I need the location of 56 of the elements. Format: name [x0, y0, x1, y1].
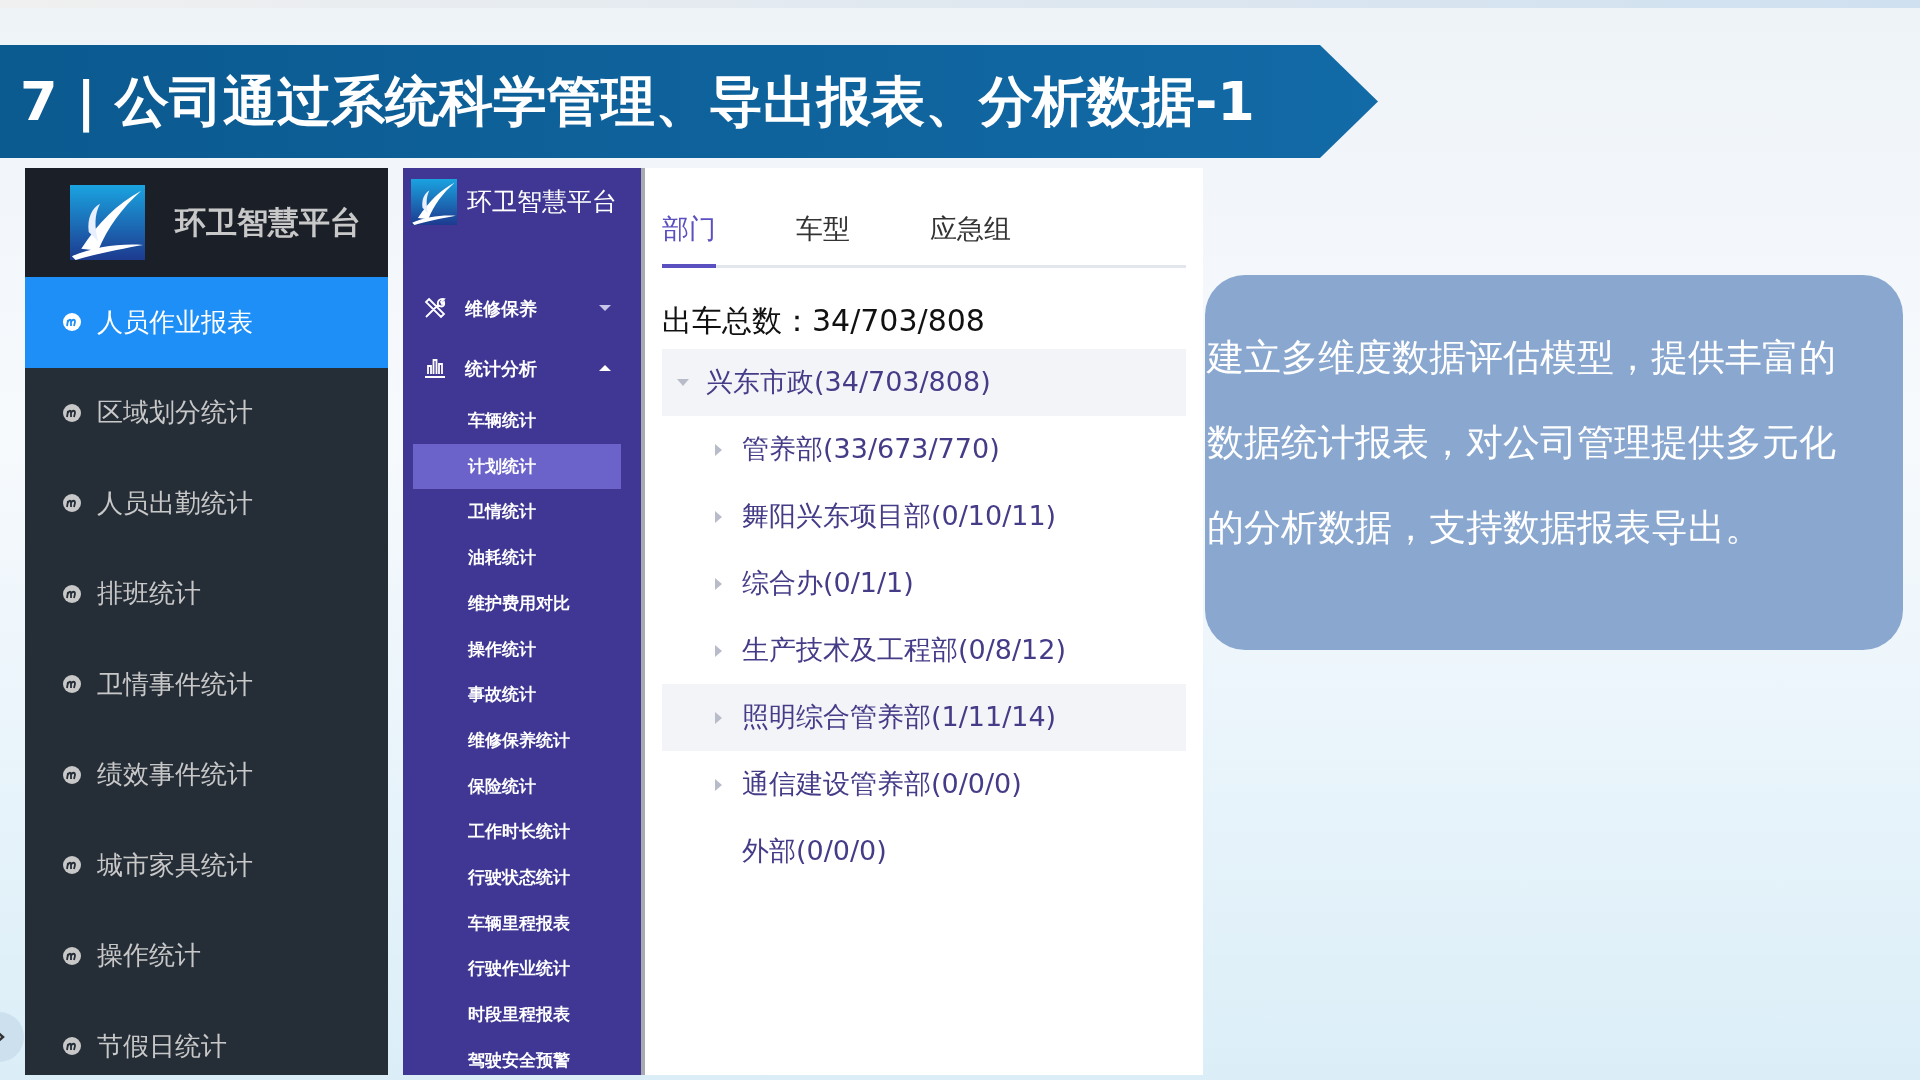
badge-icon — [61, 492, 83, 515]
badge-icon — [61, 944, 83, 967]
sidebar-item[interactable]: 卫情事件统计 — [25, 639, 388, 730]
tab[interactable]: 车型 — [796, 208, 850, 268]
bar-chart-icon — [423, 356, 447, 380]
tab[interactable]: 部门 — [662, 208, 716, 268]
tree-node[interactable]: 兴东市政(34/703/808) — [662, 349, 1186, 416]
menu-item[interactable]: 驾驶安全预警 — [413, 1037, 621, 1075]
badge-icon — [61, 1035, 83, 1058]
logo-text: 环卫智慧平台 — [175, 203, 361, 243]
logo-icon — [70, 185, 145, 260]
sidebar-item[interactable]: 城市家具统计 — [25, 820, 388, 911]
sidebar-item[interactable]: 区域划分统计 — [25, 367, 388, 458]
logo-icon — [411, 179, 457, 225]
logo-text: 环卫智慧平台 — [467, 186, 617, 219]
menu-item[interactable]: 卫情统计 — [413, 489, 621, 536]
tab[interactable]: 应急组 — [930, 208, 1011, 268]
badge-icon — [61, 311, 83, 334]
badge-icon — [61, 673, 83, 696]
callout-text: 建立多维度数据评估模型，提供丰富的数据统计报表，对公司管理提供多元化的分析数据，支持数据报表导出。 — [1207, 335, 1837, 551]
tools-icon — [423, 296, 447, 320]
menu-item[interactable]: 油耗统计 — [413, 535, 621, 581]
menu-item[interactable]: 维护费用对比 — [413, 580, 621, 627]
summary-text: 出车总数：34/703/808 — [662, 302, 986, 340]
tree-node[interactable]: 舞阳兴东项目部(0/10/11) — [662, 483, 1186, 550]
menu-group[interactable]: 统计分析 — [403, 338, 641, 398]
menu-item[interactable]: 车辆里程报表 — [413, 900, 621, 947]
menu-group[interactable]: 维修保养 — [403, 278, 641, 338]
tree-node[interactable]: 生产技术及工程部(0/8/12) — [662, 617, 1186, 684]
slide-title: 7 | 公司通过系统科学管理、导出报表、分析数据-1 — [20, 69, 1255, 135]
sidebar-item[interactable]: 节假日统计 — [25, 1001, 388, 1080]
badge-icon — [61, 854, 83, 877]
menu-item[interactable]: 操作统计 — [413, 626, 621, 673]
sidebar-item[interactable]: 人员出勤统计 — [25, 458, 388, 549]
menu-item[interactable]: 工作时长统计 — [413, 809, 621, 855]
tree-node[interactable]: 通信建设管养部(0/0/0) — [662, 751, 1186, 818]
badge-icon — [61, 401, 83, 424]
tree-node[interactable]: 照明综合管养部(1/11/14) — [662, 684, 1186, 751]
menu-item[interactable]: 车辆统计 — [413, 398, 621, 444]
caret-icon — [597, 302, 613, 314]
caret-icon — [597, 362, 613, 374]
menu-item[interactable]: 维修保养统计 — [413, 717, 621, 764]
menu-item[interactable]: 事故统计 — [413, 672, 621, 718]
menu-item[interactable]: 行驶状态统计 — [413, 854, 621, 901]
badge-icon — [61, 582, 83, 605]
menu-item[interactable]: 计划统计 — [413, 443, 621, 490]
tree-node[interactable]: 外部(0/0/0) — [662, 818, 1186, 885]
menu-item[interactable]: 行驶作业统计 — [413, 946, 621, 992]
menu-item[interactable]: 时段里程报表 — [413, 991, 621, 1038]
tree-node[interactable]: 管养部(33/673/770) — [662, 416, 1186, 483]
sidebar-item[interactable]: 操作统计 — [25, 910, 388, 1001]
badge-icon — [61, 763, 83, 786]
sidebar-item[interactable]: 绩效事件统计 — [25, 729, 388, 820]
sidebar-item[interactable]: 排班统计 — [25, 548, 388, 639]
menu-item[interactable]: 保险统计 — [413, 763, 621, 810]
tree-node[interactable]: 综合办(0/1/1) — [662, 550, 1186, 617]
